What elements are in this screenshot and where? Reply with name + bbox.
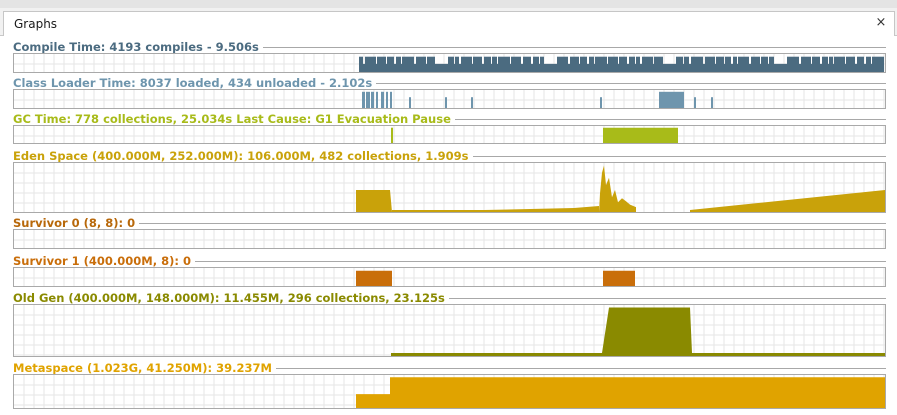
eden-area [392,206,599,212]
graph-title: Survivor 0 (8, 8): 0 [13,216,140,230]
classloader-bar [390,91,392,108]
graph-canvas [14,230,885,248]
classloader-bar [659,91,669,108]
graph-title: Old Gen (400.000M, 148.000M): 11.455M, 2… [13,291,449,305]
graph-plot [13,304,886,357]
graph-eden-space: Eden Space (400.000M, 252.000M): 106.000… [13,149,886,213]
window-top-strip [0,0,897,8]
tab-graphs-label: Graphs [14,17,58,31]
classloader-bar [677,91,684,108]
gc-bar [391,127,393,143]
graph-title: Compile Time: 4193 compiles - 9.506s [13,40,263,54]
tab-bar: Graphs × [0,8,897,36]
graph-title: Eden Space (400.000M, 252.000M): 106.000… [13,149,473,163]
classloader-bar [376,91,378,108]
graph-plot [13,125,886,144]
classloader-bar [371,91,374,108]
graph-plot [13,162,886,213]
graph-plot [13,374,886,409]
eden-area [356,189,392,212]
graph-canvas [14,54,885,72]
classloader-bar [366,91,370,108]
classloader-bar [386,91,388,108]
graph-survivor-1: Survivor 1 (400.000M, 8): 0 [13,254,886,287]
classloader-bar [471,97,473,108]
survivor1-bar [603,270,635,286]
graph-canvas [14,126,885,143]
classloader-bar [711,97,713,108]
graph-plot [13,89,886,109]
metaspace-bar [356,394,390,408]
close-icon[interactable]: × [874,15,888,31]
graph-title: Survivor 1 (400.000M, 8): 0 [13,254,195,268]
graph-plot [13,53,886,73]
graph-canvas [14,268,885,286]
classloader-bar [362,91,365,108]
gc-bar [603,127,678,143]
graph-class-loader-time: Class Loader Time: 8037 loaded, 434 unlo… [13,76,886,109]
graph-title: Class Loader Time: 8037 loaded, 434 unlo… [13,76,377,90]
graph-title: GC Time: 778 collections, 25.034s Last C… [13,112,455,126]
graph-title: Metaspace (1.023G, 41.250M): 39.237M [13,361,276,375]
graph-canvas [14,305,885,356]
eden-area [599,165,636,212]
classloader-bar [669,91,677,108]
graph-canvas [14,90,885,108]
graph-gc-time: GC Time: 778 collections, 25.034s Last C… [13,112,886,144]
graph-canvas [14,375,885,408]
classloader-bar [381,91,384,108]
graph-compile-time: Compile Time: 4193 compiles - 9.506s [13,40,886,73]
graph-metaspace: Metaspace (1.023G, 41.250M): 39.237M [13,361,886,409]
graph-survivor-0: Survivor 0 (8, 8): 0 [13,216,886,249]
classloader-bar [600,97,602,108]
graph-old-gen: Old Gen (400.000M, 148.000M): 11.455M, 2… [13,291,886,357]
graph-canvas [14,163,885,212]
tab-graphs[interactable]: Graphs × [3,11,895,36]
classloader-bar [694,97,696,108]
compile-bar [359,63,884,72]
graph-plot [13,229,886,249]
classloader-bar [409,97,411,108]
metaspace-bar [390,377,885,408]
classloader-bar [445,97,447,108]
graph-plot [13,267,886,287]
survivor1-bar [356,270,392,286]
